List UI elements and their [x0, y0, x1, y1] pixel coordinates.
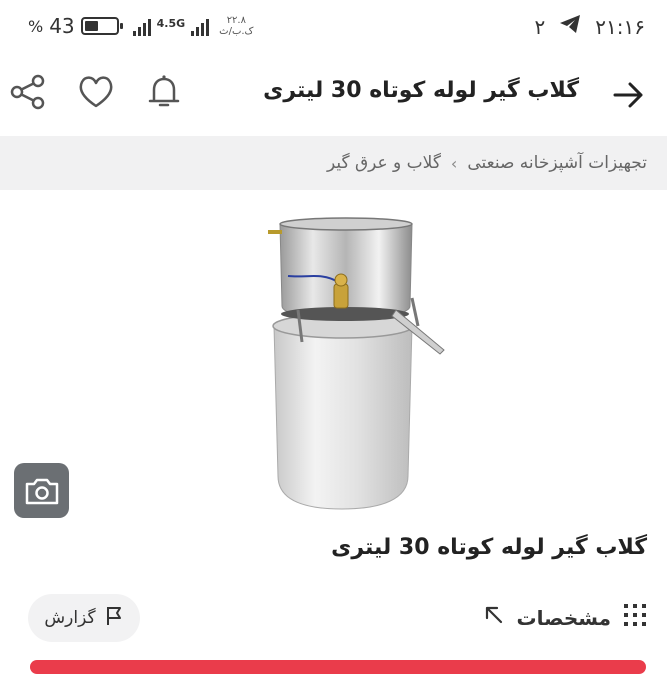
speed-unit: ک.ب/ث [219, 26, 254, 37]
app-bar: گلاب گیر لوله کوتاه 30 لیتری [0, 52, 667, 136]
page-title: گلاب گیر لوله کوتاه 30 لیتری [263, 78, 579, 103]
signal-icon [132, 16, 151, 36]
network-type: 4.5G [156, 17, 186, 30]
report-button[interactable]: گزارش [28, 594, 140, 642]
specs-label: مشخصات [516, 605, 611, 630]
camera-search-icon[interactable] [14, 463, 69, 518]
breadcrumb-separator: › [450, 153, 458, 173]
buy-button-bar[interactable] [30, 660, 646, 674]
breadcrumb-item-subcategory[interactable]: گلاب و عرق گیر [327, 153, 441, 173]
bell-icon[interactable] [144, 72, 184, 112]
clock: ۲۱:۱۶ [595, 14, 645, 39]
speed-value: ۲۲.۸ [226, 15, 246, 26]
breadcrumb-item-category[interactable]: تجهیزات آشپزخانه صنعتی [467, 153, 647, 173]
product-title: گلاب گیر لوله کوتاه 30 لیتری [331, 535, 647, 560]
expand-arrow-icon [483, 604, 505, 631]
specs-link[interactable]: مشخصات [483, 603, 647, 632]
status-left: % 43 4.5G ۲۲.۸ ک.ب/ث [28, 14, 254, 38]
app-bar-actions [8, 72, 184, 112]
status-bar: % 43 4.5G ۲۲.۸ ک.ب/ث ۲۱:۱۶ ۲ [0, 0, 667, 52]
breadcrumb: تجهیزات آشپزخانه صنعتی › گلاب و عرق گیر [0, 136, 667, 190]
report-label: گزارش [44, 608, 96, 628]
battery-icon [80, 17, 123, 35]
data-speed: ۲۲.۸ ک.ب/ث [219, 15, 253, 37]
product-image[interactable] [262, 214, 452, 514]
share-icon[interactable] [8, 72, 48, 112]
grid-dots-icon [623, 603, 647, 632]
arrow-right-icon[interactable] [611, 78, 645, 112]
telegram-icon [559, 14, 581, 39]
battery-percent: 43 [49, 14, 75, 38]
status-right: ۲۱:۱۶ ۲ [535, 14, 645, 39]
heart-icon[interactable] [76, 72, 116, 112]
battery-percent-sign: % [28, 16, 44, 36]
notification-count: ۲ [534, 14, 546, 39]
signal-2-icon [191, 16, 210, 36]
flag-icon [104, 605, 124, 632]
